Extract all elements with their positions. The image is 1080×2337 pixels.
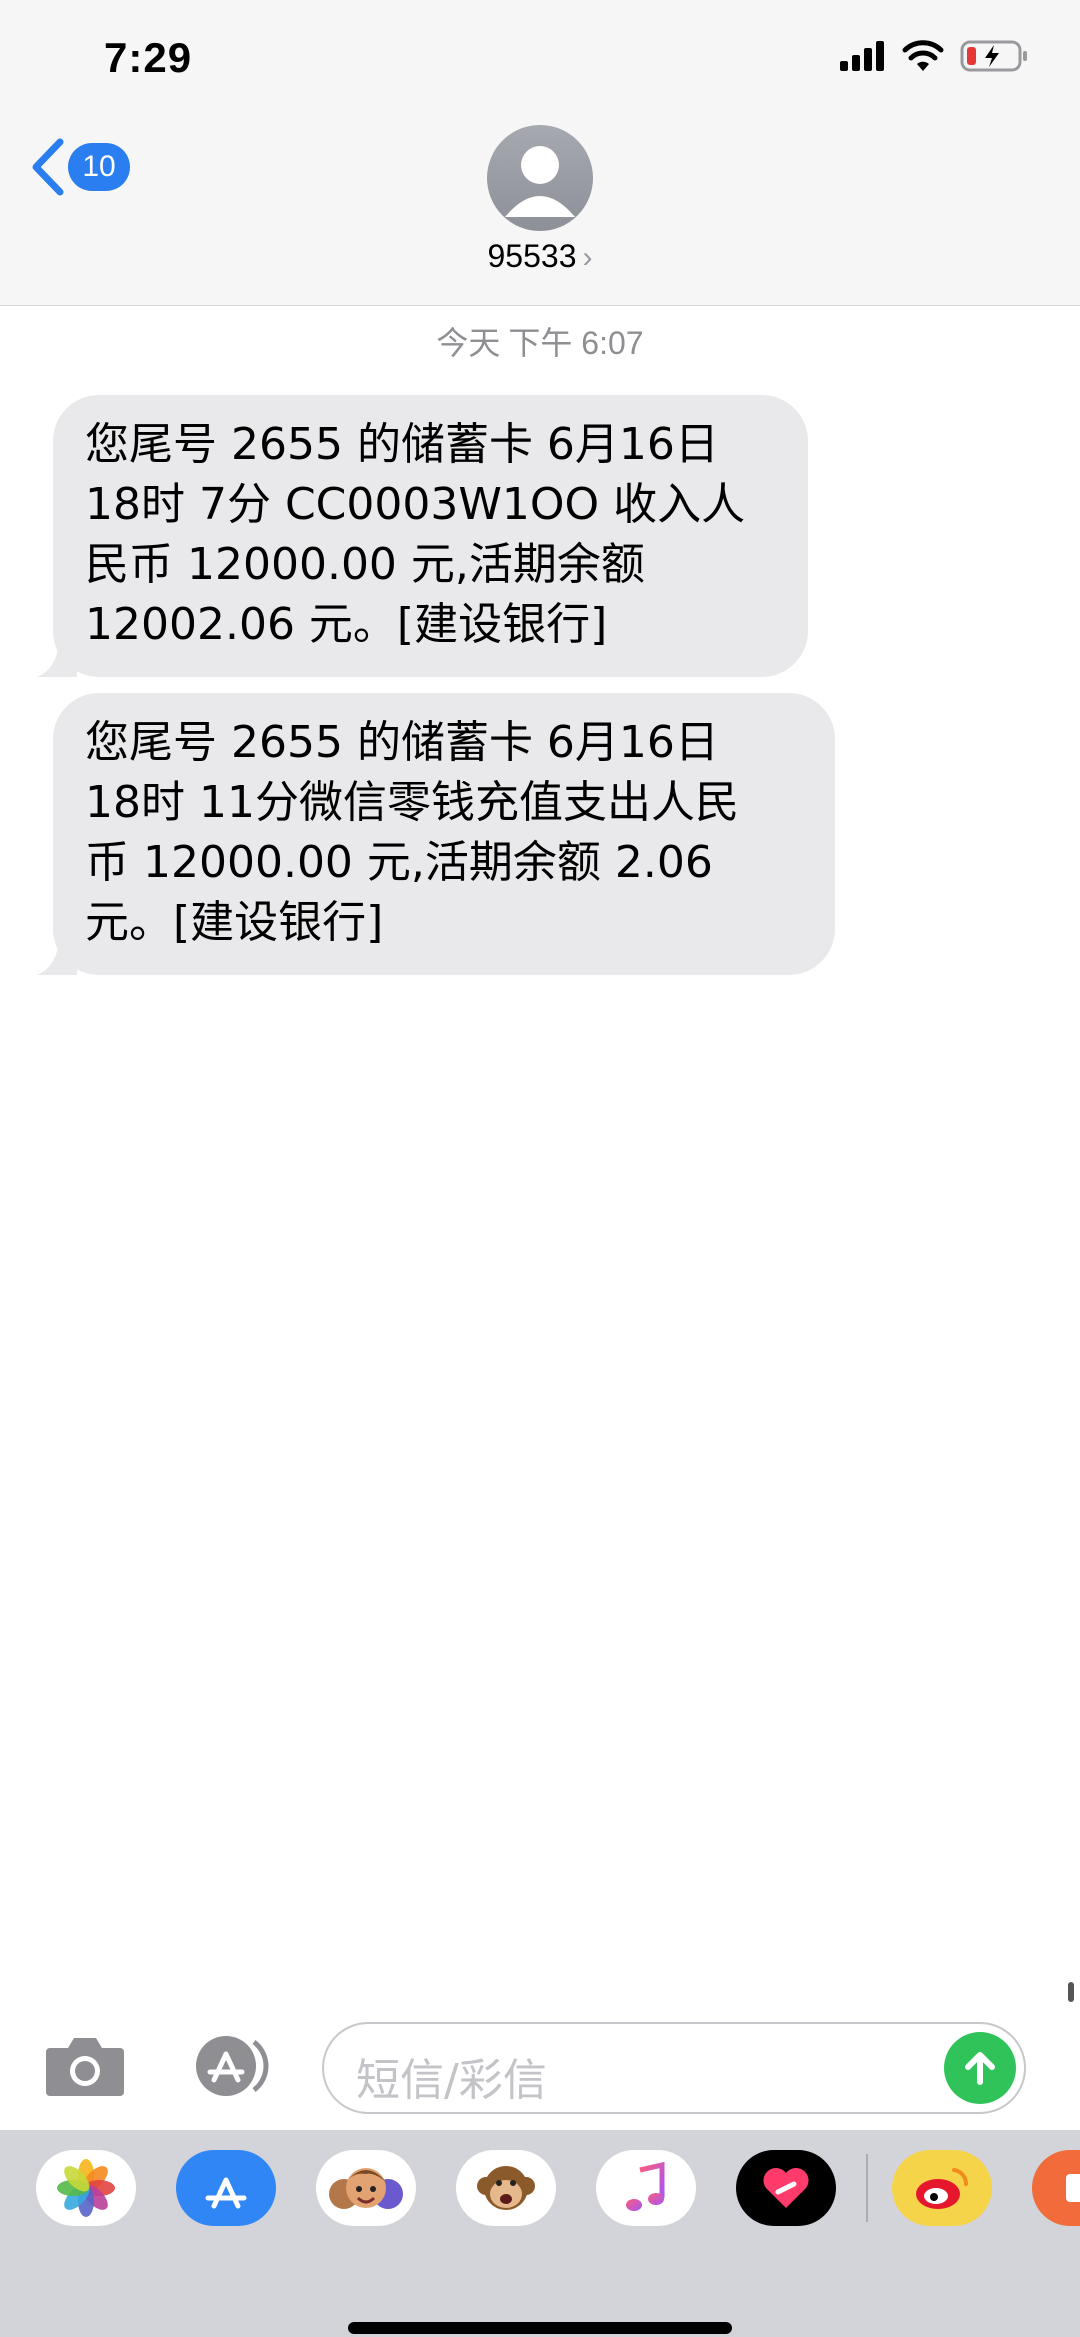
digital-touch-icon — [763, 2168, 809, 2208]
app-store-button[interactable] — [180, 2034, 276, 2103]
message-line: 您尾号 2655 的储蓄卡 6月16日 — [85, 717, 719, 768]
tray-divider — [866, 2154, 868, 2222]
camera-button[interactable] — [44, 2034, 126, 2103]
navigation-header: 7:29 10 95533 › — [0, 0, 1080, 306]
status-icons — [840, 40, 1028, 72]
app-store-app[interactable] — [176, 2150, 276, 2226]
message-line: 18时 11分微信零钱充值支出人民 — [85, 777, 739, 828]
home-indicator[interactable] — [348, 2322, 732, 2334]
chevron-right-icon: › — [582, 241, 593, 274]
weibo-icon — [916, 2168, 969, 2209]
message-bubble[interactable]: 您尾号 2655 的储蓄卡 6月16日 18时 11分微信零钱充值支出人民 币 … — [37, 693, 835, 975]
person-icon — [505, 146, 575, 217]
message-line: 民币 12000.00 元,活期余额 — [85, 539, 645, 590]
status-time: 7:29 — [104, 34, 193, 81]
message-line: 币 12000.00 元,活期余额 2.06 — [85, 837, 713, 888]
message-input-placeholder: 短信/彩信 — [356, 2055, 547, 2106]
message-line: 18时 7分 CC0003W1OO 收入人 — [85, 479, 746, 530]
more-app[interactable] — [1032, 2150, 1080, 2226]
arrow-up-icon — [965, 2052, 995, 2085]
message-line: 12002.06 元。[建设银行] — [85, 599, 608, 650]
app-icon — [1066, 2174, 1080, 2202]
battery-icon — [960, 40, 1027, 72]
memoji-app[interactable] — [316, 2150, 416, 2226]
scroll-indicator[interactable] — [1068, 1982, 1074, 2002]
compose-bar: 短信/彩信 — [0, 2010, 1080, 2130]
music-icon — [626, 2161, 665, 2211]
app-store-icon — [196, 2036, 269, 2096]
message-line: 元。[建设银行] — [85, 897, 384, 948]
photos-icon — [57, 2159, 115, 2217]
contact-avatar[interactable] — [487, 125, 593, 231]
message-input[interactable]: 短信/彩信 — [322, 2022, 1026, 2114]
bubble-tail — [37, 641, 77, 677]
chevron-left-icon — [32, 138, 64, 196]
photos-app[interactable] — [36, 2150, 136, 2226]
camera-icon — [46, 2038, 124, 2096]
animoji-app[interactable] — [456, 2150, 556, 2226]
contact-name[interactable]: 95533 › — [0, 238, 1080, 275]
back-button[interactable]: 10 — [30, 138, 130, 196]
wifi-icon — [902, 40, 944, 71]
digital-touch-app[interactable] — [736, 2150, 836, 2226]
app-drawer — [0, 2130, 1080, 2337]
bubble-tail — [37, 939, 77, 975]
animoji-monkey-icon — [477, 2166, 535, 2210]
send-button[interactable] — [944, 2032, 1016, 2104]
app-store-icon — [205, 2177, 247, 2209]
unread-count-badge: 10 — [68, 143, 130, 191]
music-app[interactable] — [596, 2150, 696, 2226]
weibo-app[interactable] — [892, 2150, 992, 2226]
cellular-signal-icon — [840, 41, 884, 71]
message-timestamp: 今天 下午 6:07 — [436, 325, 644, 361]
memoji-icon — [329, 2168, 403, 2209]
message-line: 您尾号 2655 的储蓄卡 6月16日 — [85, 419, 719, 470]
message-bubble[interactable]: 您尾号 2655 的储蓄卡 6月16日 18时 7分 CC0003W1OO 收入… — [37, 395, 808, 677]
